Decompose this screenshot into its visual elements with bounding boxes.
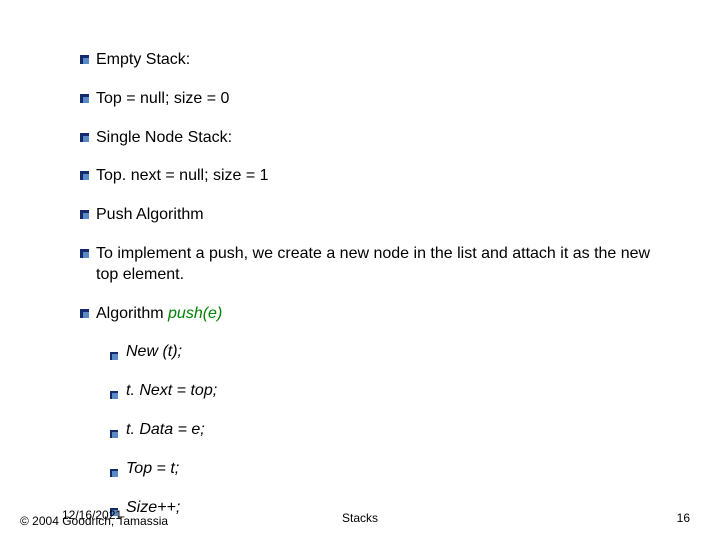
text: Push Algorithm [80,205,204,226]
line-top-t: Top = t; [80,459,660,480]
line-push-algorithm-heading: Push Algorithm [80,205,660,226]
square-bullet-icon [80,309,89,318]
slide: Empty Stack: Top = null; size = 0 Single… [0,0,720,540]
text: Top = null; size = 0 [80,89,229,110]
line-new-t: New (t); [80,342,660,363]
line-algorithm-pushe: Algorithm push(e) [80,304,660,325]
square-bullet-icon [80,171,89,180]
line-push-description: To implement a push, we create a new nod… [80,244,660,286]
square-bullet-icon [80,55,89,64]
sub-bullet-icon [110,464,118,472]
text: To implement a push, we create a new nod… [80,244,660,286]
text: Empty Stack: [80,50,190,71]
line-t-next: t. Next = top; [80,381,660,402]
line-single-node: Single Node Stack: [80,128,660,149]
sub-bullet-icon [110,425,118,433]
text: Single Node Stack: [80,128,232,149]
footer-title: Stacks [0,511,720,525]
square-bullet-icon [80,210,89,219]
text: t. Next = top; [80,381,217,402]
text: Algorithm push(e) [80,304,222,325]
square-bullet-icon [80,94,89,103]
square-bullet-icon [80,133,89,142]
text: New (t); [80,342,182,363]
footer-page-number: 16 [677,511,690,525]
algorithm-word: Algorithm [96,305,168,322]
sub-bullet-icon [110,347,118,355]
line-t-data: t. Data = e; [80,420,660,441]
text: Top. next = null; size = 1 [80,166,269,187]
line-top-null: Top = null; size = 0 [80,89,660,110]
line-empty-stack: Empty Stack: [80,50,660,71]
square-bullet-icon [80,249,89,258]
text: Top = t; [80,459,179,480]
sub-bullet-icon [110,386,118,394]
content-area: Empty Stack: Top = null; size = 0 Single… [80,50,660,536]
line-top-next-null: Top. next = null; size = 1 [80,166,660,187]
push-e-label: push(e) [168,305,222,322]
text: t. Data = e; [80,420,205,441]
